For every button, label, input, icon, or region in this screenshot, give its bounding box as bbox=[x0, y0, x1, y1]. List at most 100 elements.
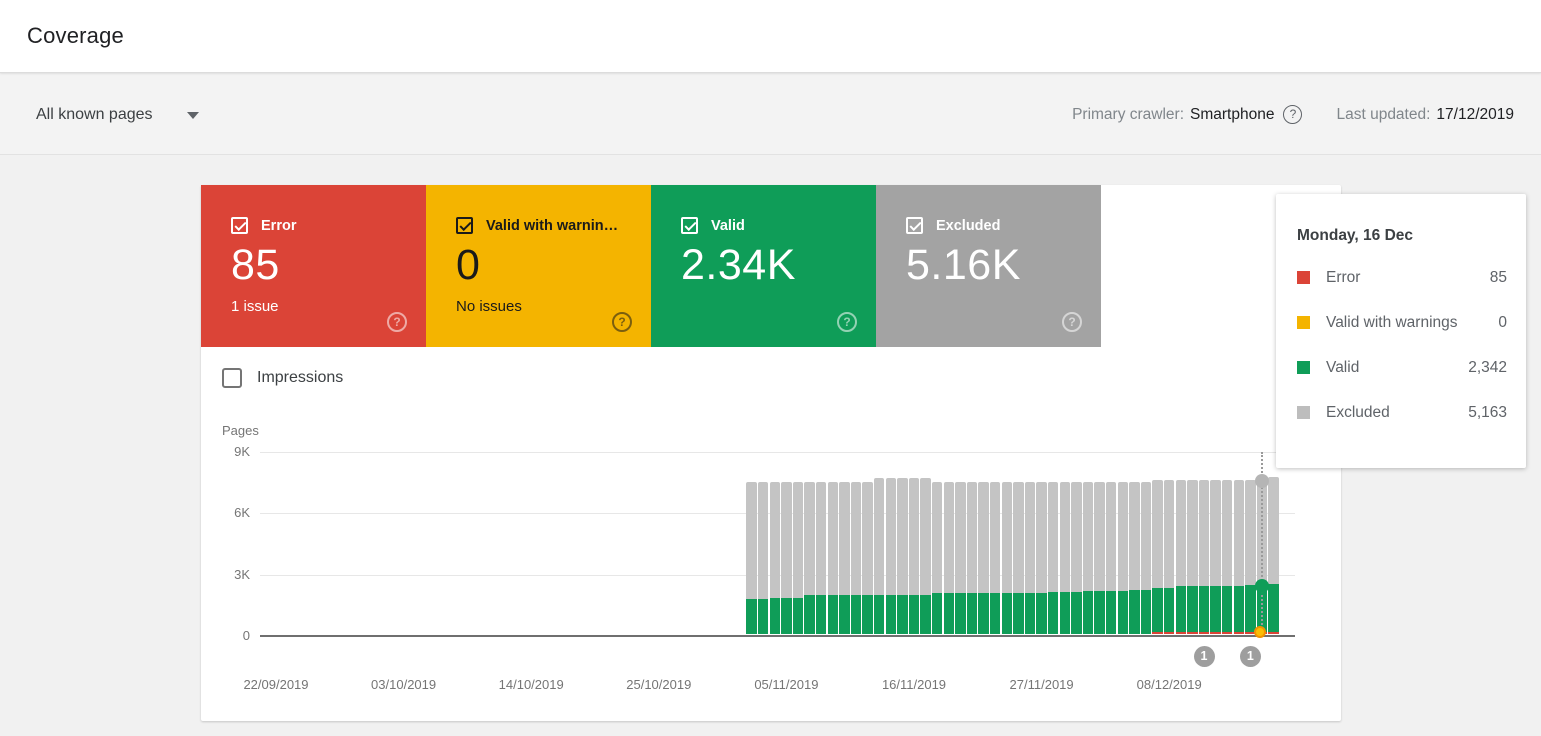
chart-bar[interactable] bbox=[943, 482, 955, 634]
chart-bar[interactable] bbox=[1001, 482, 1013, 634]
chart-bar[interactable] bbox=[850, 481, 862, 634]
bar-segment bbox=[1221, 585, 1233, 632]
chart-bar[interactable] bbox=[1245, 479, 1256, 634]
chart-bar[interactable] bbox=[1198, 479, 1210, 634]
error-checkbox-icon[interactable] bbox=[231, 217, 248, 234]
status-card-excluded[interactable]: Excluded 5.16K ? bbox=[876, 185, 1101, 347]
chart-bar[interactable] bbox=[1210, 479, 1221, 634]
chart-bar[interactable] bbox=[873, 478, 885, 634]
chart-bar[interactable] bbox=[1129, 481, 1140, 634]
chart-bar[interactable] bbox=[931, 482, 943, 634]
event-marker-badge[interactable]: 1 bbox=[1239, 646, 1261, 667]
impressions-toggle[interactable]: Impressions bbox=[222, 368, 343, 388]
event-marker-badge[interactable]: 1 bbox=[1193, 646, 1215, 667]
chart-bar[interactable] bbox=[920, 477, 931, 634]
bar-segment bbox=[1024, 481, 1036, 593]
impressions-checkbox-icon[interactable] bbox=[222, 368, 242, 388]
status-cards-row: Error 85 1 issue ? Valid with warnin… 0 … bbox=[201, 185, 1101, 347]
bar-segment bbox=[1152, 632, 1163, 634]
bar-segment bbox=[1233, 479, 1245, 586]
status-card-valid-with-warnings[interactable]: Valid with warnin… 0 No issues ? bbox=[426, 185, 651, 347]
bar-segment bbox=[920, 477, 931, 595]
warnings-checkbox-icon[interactable] bbox=[456, 217, 473, 234]
y-tick-label: 9K bbox=[234, 444, 250, 459]
chart-bar[interactable] bbox=[839, 481, 850, 634]
coverage-report-card: Error 85 1 issue ? Valid with warnin… 0 … bbox=[201, 185, 1341, 721]
tooltip-row: Excluded 5,163 bbox=[1297, 390, 1507, 435]
bar-segment bbox=[1163, 479, 1175, 589]
chart-bar[interactable] bbox=[1013, 481, 1024, 634]
chart-bar[interactable] bbox=[1152, 479, 1163, 634]
bar-segment bbox=[897, 477, 908, 595]
help-icon[interactable]: ? bbox=[612, 312, 632, 332]
chart-bar[interactable] bbox=[897, 477, 908, 634]
chart-bar[interactable] bbox=[746, 482, 757, 634]
page-title: Coverage bbox=[27, 23, 124, 48]
chevron-down-icon bbox=[186, 111, 199, 119]
status-card-error[interactable]: Error 85 1 issue ? bbox=[201, 185, 426, 347]
chart-bar[interactable] bbox=[827, 481, 839, 634]
page-filter-dropdown[interactable]: All known pages bbox=[36, 100, 199, 130]
primary-crawler-value: Smartphone bbox=[1190, 105, 1275, 123]
bar-segment bbox=[1210, 479, 1221, 586]
help-icon[interactable]: ? bbox=[1062, 312, 1082, 332]
chart-bar[interactable] bbox=[1233, 479, 1245, 634]
chart-bar[interactable] bbox=[989, 482, 1001, 634]
help-icon[interactable]: ? bbox=[837, 312, 857, 332]
chart-bar[interactable] bbox=[1187, 479, 1198, 634]
chart-bar[interactable] bbox=[1221, 479, 1233, 634]
card-label: Valid with warnin… bbox=[486, 217, 619, 234]
page-filter-label: All known pages bbox=[36, 106, 153, 123]
x-tick-label: 03/10/2019 bbox=[371, 677, 437, 692]
chart-bar[interactable] bbox=[1105, 481, 1117, 634]
chart-bar[interactable] bbox=[815, 481, 827, 634]
chart-bar[interactable] bbox=[1163, 479, 1175, 634]
bar-segment bbox=[931, 482, 943, 594]
bar-segment bbox=[1036, 592, 1047, 634]
tooltip-value: 85 bbox=[1489, 268, 1507, 286]
chart-bar[interactable] bbox=[1117, 482, 1129, 634]
x-tick-label: 14/10/2019 bbox=[498, 677, 564, 692]
chart-bar[interactable] bbox=[1036, 481, 1047, 634]
help-icon[interactable]: ? bbox=[1283, 105, 1303, 124]
bar-segment bbox=[885, 594, 897, 634]
chart-bar[interactable] bbox=[1024, 481, 1036, 634]
coverage-chart[interactable]: 0 3K 6K 9K 22/09/2019 03/10/2019 14/10/2019 25/… bbox=[234, 444, 1295, 692]
chart-bar[interactable] bbox=[1268, 477, 1279, 634]
last-updated-label: Last updated: bbox=[1336, 105, 1431, 123]
chart-bar[interactable] bbox=[757, 482, 769, 634]
chart-bar[interactable] bbox=[1140, 481, 1152, 634]
chart-bar[interactable] bbox=[792, 481, 804, 634]
chart-bar[interactable] bbox=[1175, 480, 1187, 634]
chart-bar[interactable] bbox=[978, 482, 989, 634]
bar-segment bbox=[1233, 585, 1245, 632]
status-card-valid[interactable]: Valid 2.34K ? bbox=[651, 185, 876, 347]
excluded-checkbox-icon[interactable] bbox=[906, 217, 923, 234]
bar-segment bbox=[769, 598, 781, 634]
chart-bar[interactable] bbox=[1047, 482, 1059, 634]
bar-segment bbox=[792, 598, 804, 634]
bar-segment bbox=[1210, 585, 1221, 632]
chart-bar[interactable] bbox=[804, 482, 815, 634]
chart-bar[interactable] bbox=[781, 481, 792, 634]
bar-segment bbox=[920, 594, 931, 634]
chart-bar[interactable] bbox=[955, 482, 966, 634]
chart-bar[interactable] bbox=[1059, 482, 1071, 634]
chart-bar[interactable] bbox=[769, 481, 781, 634]
chart-bar[interactable] bbox=[908, 477, 920, 634]
bar-segment bbox=[1105, 591, 1117, 634]
chart-bar[interactable] bbox=[1094, 482, 1105, 634]
card-label: Error bbox=[261, 217, 297, 234]
bar-segment bbox=[1105, 481, 1117, 592]
chart-bar[interactable] bbox=[885, 477, 897, 634]
help-icon[interactable]: ? bbox=[387, 312, 407, 332]
chart-bar[interactable] bbox=[1082, 482, 1094, 634]
card-value: 0 bbox=[456, 241, 481, 289]
valid-checkbox-icon[interactable] bbox=[681, 217, 698, 234]
tooltip-label: Excluded bbox=[1326, 403, 1390, 421]
bar-segment bbox=[862, 481, 873, 595]
chart-bar[interactable] bbox=[966, 482, 978, 634]
chart-bar[interactable] bbox=[862, 481, 873, 634]
chart-bar[interactable] bbox=[1071, 482, 1082, 634]
bar-segment bbox=[746, 598, 757, 634]
